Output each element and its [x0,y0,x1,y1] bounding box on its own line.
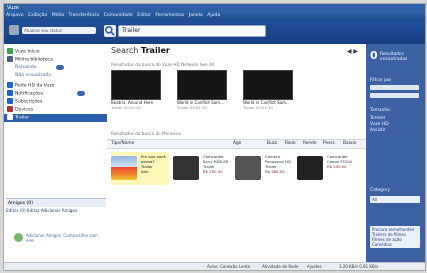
col-buzz[interactable]: Buzz [267,140,277,148]
similar-searches: Procura semelhantes Trailers de filmes F… [370,226,420,248]
result-item[interactable]: Camera Panasonic HD Trailer R$ 380.00 [235,152,293,185]
section-header-results: Resultados da busca do Mininova [111,131,181,136]
hd-icon [7,82,13,88]
result-thumbnail [297,156,323,180]
sidebar-item-devices[interactable]: Devices [7,106,33,114]
menu-community[interactable]: Comunidade [104,12,133,20]
video-thumbnail[interactable] [177,70,227,100]
library-icon [7,56,13,62]
video-meta: Trailer 00:01:30 [177,105,207,110]
menu-tools[interactable]: Ferramentas [155,12,184,20]
video-thumbnail[interactable] [111,70,161,100]
filter-input[interactable] [370,85,419,90]
filter-input-2[interactable] [370,93,419,98]
menu-help[interactable]: Ajuda [207,12,220,20]
result-item[interactable]: Em que você pensa? Trailer Adv [111,152,169,185]
status-settings[interactable]: Ajustes [307,263,322,270]
category-select[interactable]: All [370,196,420,203]
video-thumbnails: Beatrix: Around Here Trailer 00:02:00 Wo… [107,70,366,118]
nav-arrows[interactable]: ◀ ▶ [347,48,358,55]
col-rank[interactable]: Rank [285,140,296,148]
result-count: 0 [370,49,378,62]
col-peers[interactable]: Peers [323,140,335,148]
sidebar-item-notifications[interactable]: Notificações [7,90,86,98]
main-content: Search Trailer ◀ ▶ Resultados da busca d… [107,44,366,270]
title-bar: Vuze [4,4,425,12]
friends-header: Amigos (0) [6,198,106,207]
search-icon [7,114,13,120]
result-thumbnail [173,156,199,180]
sidebar-item-search-trailer[interactable]: Trailer [4,114,107,122]
menu-view[interactable]: Exibição [28,12,47,20]
avatar[interactable] [9,25,19,35]
menu-transfer[interactable]: Transferência [69,12,100,20]
menu-media[interactable]: Mídia [52,12,64,20]
rss-icon [7,98,13,104]
similar-item[interactable]: Comédias [372,242,418,247]
results-row: Em que você pensa? Trailer Adv Camcorder… [107,148,366,186]
sidebar-item-library[interactable]: Minha biblioteca [7,56,53,64]
menu-edit[interactable]: Editar [137,12,151,20]
count-badge [77,91,86,96]
col-download[interactable]: Baixar [343,140,357,148]
video-thumbnail[interactable] [243,70,293,100]
size-label: Tamanho [370,108,390,113]
search-button[interactable] [104,25,116,37]
status-network[interactable]: Atividade de Rede [262,263,298,270]
count-badge [56,65,65,70]
menu-file[interactable]: Arquivo [6,12,24,20]
page-title: Search Trailer [111,46,170,55]
search-input[interactable]: Trailer [118,25,266,37]
status-speeds: 1.20 KB/s 0.81 KB/s [339,264,379,269]
add-friend-icon [14,233,23,242]
menu-bar: Arquivo Exibição Mídia Transferência Com… [4,12,425,20]
filter-label: Filtrar por [370,78,392,83]
menu-window[interactable]: Janela [189,12,203,20]
sidebar-item-downloading[interactable]: Baixando [15,64,65,72]
result-item[interactable]: Camcorder Canon FS100 R$ 240.00 [297,152,355,185]
sidebar-item-unviewed[interactable]: Não visualizado [15,72,51,80]
status-bar: Aviso: Conexão Lenta Atividade de Rede A… [4,262,425,270]
home-icon [7,48,13,54]
friends-actions[interactable]: Editar (0) Editar Adicionar Amigos [6,208,77,213]
result-thumbnail [111,156,137,180]
result-thumbnail [235,156,261,180]
window-title: Vuze [7,5,19,11]
devices-icon [7,106,13,112]
filter-panel: 0 Resultados encontrados Filtrar por Tam… [366,44,425,270]
add-friend-text: Adicionar Amigos: Compartilhe com eles [26,233,98,243]
col-age[interactable]: Age [233,140,241,148]
category-label: Category [370,188,391,193]
result-count-label: Resultados encontrados [380,52,408,62]
section-header-vuze: Resultados da busca do Vuze HD Network S… [111,62,215,67]
top-toolbar: Atualize seu status Trailer [4,20,425,44]
video-meta: Trailer 00:01:30 [243,105,273,110]
bell-icon [7,90,13,96]
status-input[interactable]: Atualize seu status [22,27,96,34]
result-item[interactable]: Camcorder Sony HDR-SR Trailer R$ 250.00 [173,152,231,185]
sidebar: Vuze Início Minha biblioteca Baixando Nã… [4,44,108,270]
col-type-name[interactable]: Tipo/Nome [111,140,134,148]
add-friends-row[interactable]: Adicionar Amigos: Compartilhe com eles [6,230,104,244]
sidebar-item-home[interactable]: Vuze Início [7,48,40,56]
col-rende[interactable]: Rende [303,140,317,148]
check-assistir[interactable]: Assistir [370,128,389,134]
type-checks[interactable]: Torrent Vuze HD Assistir [370,116,389,134]
status-warning: Aviso: Conexão Lenta [207,264,251,269]
sidebar-item-hd-network[interactable]: Rede HD da Vuze [7,82,55,90]
video-meta: Trailer 00:02:00 [111,105,141,110]
sidebar-item-subscriptions[interactable]: Subscrições [7,98,42,106]
app-window: Vuze Arquivo Exibição Mídia Transferênci… [3,3,426,271]
search-icon [105,26,115,36]
